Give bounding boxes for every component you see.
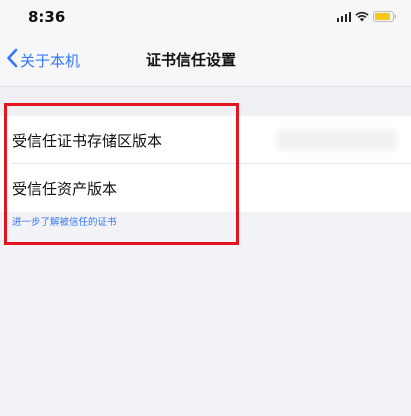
chevron-left-icon <box>6 48 18 72</box>
phone-screen: 8:36 关于本机 证书信任设置 受信任证书存储区版本 受信任资产版本 进一步了… <box>0 0 411 416</box>
navigation-bar: 关于本机 证书信任设置 <box>0 34 411 87</box>
signal-icon <box>336 11 351 22</box>
trust-asset-version-row[interactable]: 受信任资产版本 <box>0 164 411 212</box>
redacted-value <box>277 130 397 150</box>
back-button[interactable]: 关于本机 <box>6 48 80 72</box>
back-label: 关于本机 <box>20 51 81 70</box>
status-icons <box>336 11 398 22</box>
page-title: 证书信任设置 <box>146 51 237 69</box>
battery-icon <box>373 11 397 22</box>
trust-store-version-label: 受信任证书存储区版本 <box>12 131 163 150</box>
wifi-icon <box>355 11 369 22</box>
trust-asset-version-label: 受信任资产版本 <box>12 179 118 198</box>
trust-store-version-row[interactable]: 受信任证书存储区版本 <box>0 116 411 164</box>
settings-group: 受信任证书存储区版本 受信任资产版本 <box>0 116 411 212</box>
status-time: 8:36 <box>28 8 66 26</box>
learn-more-link[interactable]: 进一步了解被信任的证书 <box>12 214 117 228</box>
status-bar: 8:36 <box>0 0 411 34</box>
section-spacer <box>0 87 411 115</box>
